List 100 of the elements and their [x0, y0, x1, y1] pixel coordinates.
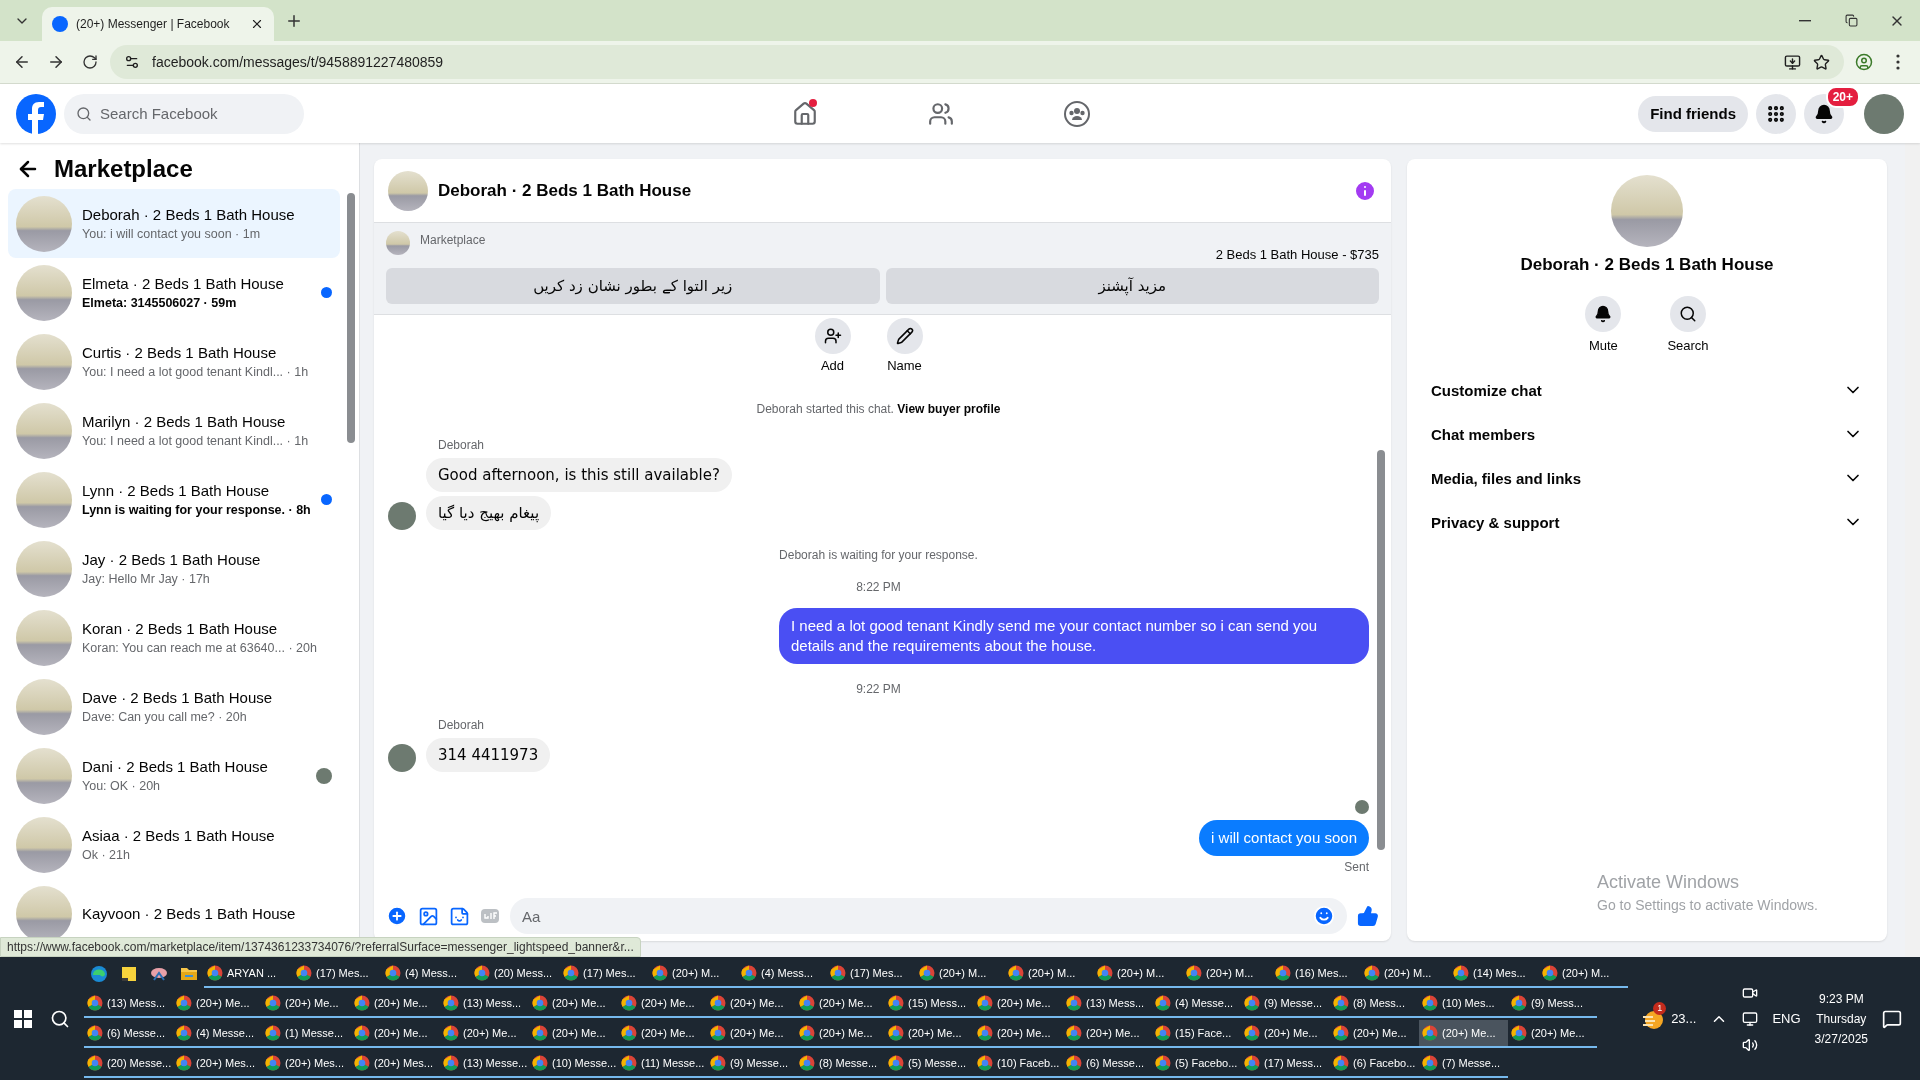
emoji-icon[interactable] — [1313, 905, 1335, 927]
taskbar-window-button[interactable]: (20+) Me... — [1241, 1019, 1330, 1048]
taskbar-window-button[interactable]: (20+) Me... — [173, 989, 262, 1018]
banner-button[interactable]: مزید آپشنز — [885, 268, 1379, 304]
windows-icon[interactable] — [14, 1009, 32, 1028]
conversation-item[interactable]: Kayvoon · 2 Beds 1 Bath House — [8, 879, 340, 937]
conversation-item[interactable]: Jay · 2 Beds 1 Bath House Jay: Hello Mr Jay · 17h — [8, 534, 340, 603]
taskbar-window-button[interactable]: (13) Mess... — [1063, 989, 1152, 1018]
taskbar-window-button[interactable]: (20+) Me... — [707, 1019, 796, 1048]
taskbar-window-button[interactable]: (20+) Me... — [1063, 1019, 1152, 1048]
taskbar-window-button[interactable]: (20+) Me... — [529, 1019, 618, 1048]
view-profile-link[interactable]: View buyer profile — [897, 402, 1001, 416]
conversation-item[interactable]: Elmeta · 2 Beds 1 Bath House Elmeta: 3145506027 · 59m — [8, 258, 340, 327]
taskbar-window-button[interactable]: (20+) Me... — [796, 989, 885, 1018]
taskbar-window-button[interactable]: (8) Mess... — [1330, 989, 1419, 1018]
taskbar-window-button[interactable]: (9) Messe... — [707, 1049, 796, 1078]
conversation-item[interactable]: Lynn · 2 Beds 1 Bath House Lynn is waiting for your response. · 8h — [8, 465, 340, 534]
taskbar-window-button[interactable]: (20) Mess... — [471, 959, 560, 988]
taskbar-window-button[interactable]: (20+) Me... — [618, 1019, 707, 1048]
taskbar-window-button[interactable]: (8) Messe... — [796, 1049, 885, 1078]
taskbar-window-button[interactable]: (20+) M... — [1539, 959, 1628, 988]
accordion-item[interactable]: Chat members — [1419, 412, 1875, 456]
clock-day[interactable]: Thursday — [1816, 1011, 1867, 1026]
accordion-item[interactable]: Privacy & support — [1419, 500, 1875, 544]
profile-avatar[interactable] — [1864, 93, 1904, 134]
taskbar-window-button[interactable]: (20+) M... — [1183, 959, 1272, 988]
conversation-item[interactable]: Dani · 2 Beds 1 Bath House You: OK · 20h — [8, 741, 340, 810]
site-settings-icon[interactable] — [124, 54, 140, 70]
taskbar-window-button[interactable]: (15) Mess... — [885, 989, 974, 1018]
scrollbar[interactable] — [1377, 450, 1385, 850]
taskbar-window-button[interactable]: (6) Facebo... — [1330, 1049, 1419, 1078]
taskbar-window-button[interactable]: (17) Mes... — [293, 959, 382, 988]
taskbar-window-button[interactable]: (13) Mess... — [84, 989, 173, 1018]
taskbar-window-button[interactable]: (20+) Mes... — [173, 1049, 262, 1078]
image-button[interactable] — [418, 905, 439, 927]
taskbar-window-button[interactable]: (20+) M... — [1094, 959, 1183, 988]
search-button[interactable]: Search — [1661, 295, 1715, 354]
message-input[interactable]: Aa — [510, 898, 1347, 934]
taskbar-window-button[interactable]: (9) Messe... — [1241, 989, 1330, 1018]
taskbar-window-button[interactable]: (14) Mes... — [1450, 959, 1539, 988]
conversation-item[interactable]: Deborah · 2 Beds 1 Bath House You: i will contact you soon · 1m — [8, 189, 340, 258]
taskbar-window-button[interactable]: (7) Messe... — [1419, 1049, 1508, 1078]
scrollbar[interactable] — [1905, 143, 1920, 957]
taskbar-window-button[interactable]: (20) Messe... — [84, 1049, 173, 1078]
clock-time[interactable]: 9:23 PM — [1818, 991, 1864, 1006]
taskbar-window-button[interactable]: (20+) Me... — [1419, 1019, 1508, 1048]
taskbar-window-button[interactable]: (20+) M... — [1361, 959, 1450, 988]
conversation-item[interactable]: Curtis · 2 Beds 1 Bath House You: I need a lot good tenant Kindl... · 1h — [8, 327, 340, 396]
taskbar-window-button[interactable]: (20+) Me... — [351, 989, 440, 1018]
taskbar-window-button[interactable]: (20+) M... — [916, 959, 1005, 988]
facebook-logo[interactable] — [16, 93, 56, 134]
taskbar-window-button[interactable]: (16) Mes... — [1272, 959, 1361, 988]
search-icon[interactable] — [50, 1008, 70, 1029]
plus-button[interactable] — [386, 905, 408, 927]
taskbar-window-button[interactable]: (20+) Me... — [529, 989, 618, 1018]
taskbar-window-button[interactable]: (17) Mess... — [1241, 1049, 1330, 1078]
conversation-item[interactable]: Koran · 2 Beds 1 Bath House Koran: You can reach me at 63640... · 20h — [8, 603, 340, 672]
clock-date[interactable]: 3/27/2025 — [1814, 1031, 1868, 1046]
language-indicator[interactable]: ENG — [1772, 1011, 1801, 1026]
find-friends-button[interactable]: Find friends — [1638, 95, 1748, 132]
like-button[interactable] — [1357, 905, 1379, 927]
address-bar[interactable]: facebook.com/messages/t/9458891227480859 — [110, 45, 1844, 79]
taskbar-window-button[interactable]: (13) Messe... — [440, 1049, 529, 1078]
taskbar-window-button[interactable]: (20+) M... — [1005, 959, 1094, 988]
taskbar-window-button[interactable]: (17) Mes... — [560, 959, 649, 988]
network-icon[interactable] — [1742, 1010, 1759, 1027]
taskbar-window-button[interactable]: (20+) Me... — [440, 1019, 529, 1048]
taskbar-window-button[interactable]: (20+) Me... — [885, 1019, 974, 1048]
search-field[interactable]: Search Facebook — [64, 93, 304, 134]
chat-action-button[interactable]: Add — [808, 317, 857, 374]
conversation-item[interactable]: Dave · 2 Beds 1 Bath House Dave: Can you call me? · 20h — [8, 672, 340, 741]
taskbar-window-button[interactable]: (20+) Me... — [1508, 1019, 1597, 1048]
browser-tab[interactable]: (20+) Messenger | Facebook — [42, 7, 274, 41]
taskbar-window-button[interactable]: (5) Facebo... — [1152, 1049, 1241, 1078]
taskbar-window-button[interactable]: (17) Mes... — [827, 959, 916, 988]
taskbar-window-button[interactable]: (20+) Mes... — [262, 1049, 351, 1078]
taskbar-window-button[interactable]: (10) Messe... — [529, 1049, 618, 1078]
taskbar-window-button[interactable]: (20+) M... — [649, 959, 738, 988]
notifications-icon[interactable] — [1882, 1008, 1902, 1029]
taskbar-window-button[interactable]: (20+) Me... — [974, 1019, 1063, 1048]
taskbar-window-button[interactable]: (4) Messe... — [173, 1019, 262, 1048]
taskbar-window-button[interactable]: (20+) Mes... — [351, 1049, 440, 1078]
taskbar-window-button[interactable]: (4) Mess... — [738, 959, 827, 988]
taskbar-window-button[interactable]: (20+) Me... — [351, 1019, 440, 1048]
taskbar-window-button[interactable]: (20+) Me... — [796, 1019, 885, 1048]
accordion-item[interactable]: Customize chat — [1419, 368, 1875, 412]
taskbar-window-button[interactable]: (10) Faceb... — [974, 1049, 1063, 1078]
menu-button[interactable] — [1756, 93, 1796, 134]
taskbar-window-button[interactable]: (5) Messe... — [885, 1049, 974, 1078]
scrollbar[interactable] — [347, 193, 355, 443]
taskbar-window-button[interactable]: (20+) Me... — [262, 989, 351, 1018]
close-icon[interactable] — [250, 17, 264, 31]
taskbar-window-button[interactable]: (20+) Me... — [707, 989, 796, 1018]
taskbar-window-button[interactable]: (20+) Me... — [618, 989, 707, 1018]
taskbar-window-button[interactable]: (4) Messe... — [1152, 989, 1241, 1018]
taskbar-window-button[interactable]: (6) Messe... — [84, 1019, 173, 1048]
bell-button[interactable]: Mute — [1579, 295, 1628, 354]
taskbar-window-button[interactable]: (15) Face... — [1152, 1019, 1241, 1048]
volume-icon[interactable] — [1742, 1036, 1759, 1053]
install-icon[interactable] — [1784, 53, 1801, 71]
